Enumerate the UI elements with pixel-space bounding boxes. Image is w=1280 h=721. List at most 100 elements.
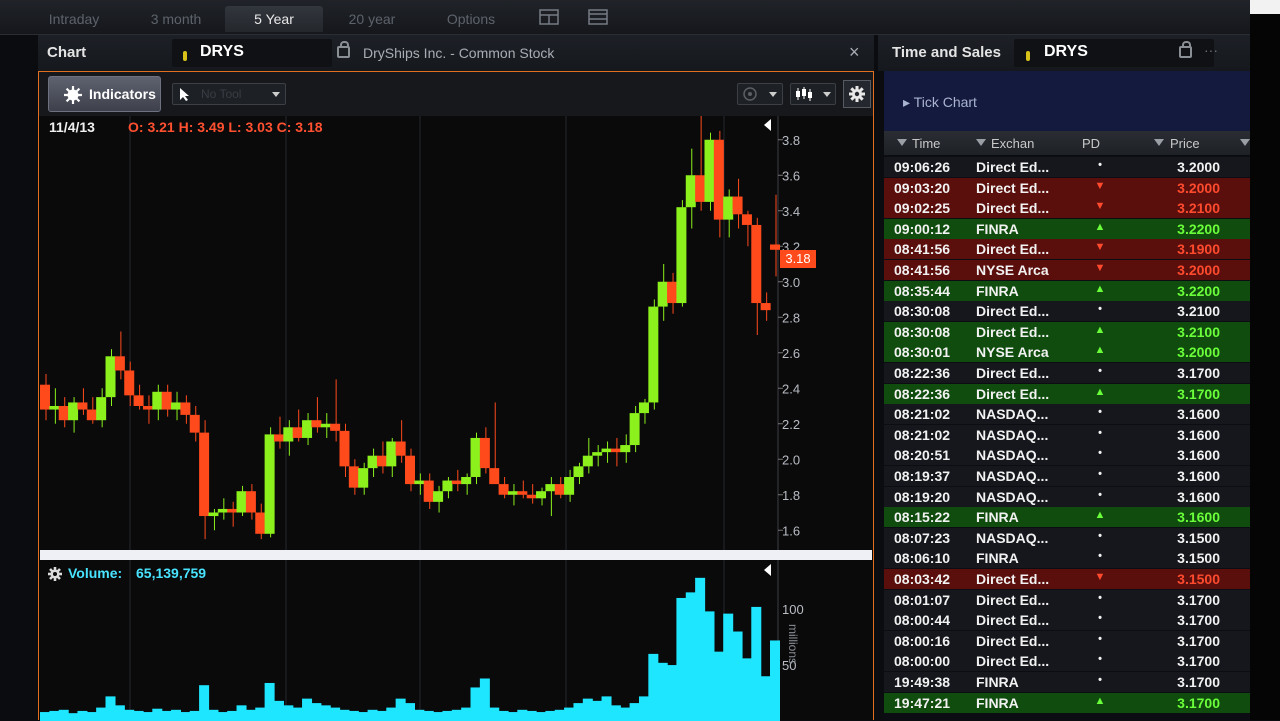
trade-row[interactable]: 08:21:02 NASDAQ... • 3.1600 (884, 424, 1250, 445)
trade-row[interactable]: 08:19:37 NASDAQ... • 3.1600 (884, 466, 1250, 486)
candle-body (685, 175, 696, 208)
volume-tick-label: 100 (782, 602, 804, 617)
volume-chart-canvas[interactable]: 50100 (40, 560, 872, 721)
trade-row[interactable]: 08:41:56 Direct Ed... ▼ 3.1900 (884, 239, 1250, 260)
chart-symbol-box[interactable]: DRYS (172, 39, 332, 67)
trade-exchange: Direct Ed... (976, 179, 1050, 196)
ohlc-values: O: 3.21 H: 3.49 L: 3.03 C: 3.18 (128, 119, 323, 135)
trade-row[interactable]: 08:07:23 NASDAQ... • 3.1500 (884, 527, 1250, 548)
trade-direction-icon: • (1098, 159, 1102, 171)
trade-row[interactable]: 19:49:38 FINRA • 3.1700 (884, 672, 1250, 692)
col-price[interactable]: Price (1170, 136, 1200, 151)
col-time[interactable]: Time (912, 136, 940, 151)
volume-bar (264, 682, 275, 721)
volume-bar (648, 653, 659, 721)
candle-body (245, 491, 256, 513)
candle-body (526, 494, 537, 499)
trade-exchange: Direct Ed... (976, 365, 1050, 381)
trade-time: 08:41:56 (894, 262, 951, 278)
chart-style-select[interactable] (737, 83, 783, 105)
more-icon[interactable]: ··· (1204, 42, 1218, 58)
trade-row[interactable]: 08:03:42 Direct Ed... ▼ 3.1500 (884, 569, 1250, 589)
volume-bar (573, 703, 584, 721)
volume-bar (601, 696, 612, 721)
trade-row[interactable]: 08:15:22 FINRA ▲ 3.1600 (884, 507, 1250, 528)
tab-20-year[interactable]: 20 year (333, 6, 411, 32)
tab-5-year[interactable]: 5 Year (225, 6, 323, 32)
trade-row[interactable]: 08:30:01 NYSE Arca ▲ 3.2000 (884, 342, 1250, 363)
trade-exchange: NYSE Arca (976, 262, 1049, 278)
trade-row[interactable]: 08:20:51 NASDAQ... • 3.1600 (884, 445, 1250, 466)
candle-body (77, 402, 88, 410)
trade-exchange: Direct Ed... (976, 200, 1050, 217)
trade-row[interactable]: 08:41:56 NYSE Arca ▼ 3.2000 (884, 260, 1250, 280)
col-pd[interactable]: PD (1082, 136, 1100, 151)
indicators-button[interactable]: Indicators (48, 76, 161, 112)
volume-bar (77, 710, 88, 721)
chart-settings-button[interactable] (843, 80, 871, 108)
candle-body (405, 455, 415, 485)
trade-row[interactable]: 08:01:07 Direct Ed... • 3.1700 (884, 589, 1250, 610)
trade-row[interactable]: 08:00:00 Direct Ed... • 3.1700 (884, 651, 1250, 672)
gear-icon[interactable] (47, 566, 63, 582)
filter-icon[interactable] (1154, 139, 1164, 146)
candle-body (461, 477, 472, 485)
pane-divider[interactable] (40, 550, 872, 560)
layout-grid-icon[interactable] (539, 9, 559, 25)
tick-chart-toggle[interactable]: ▸ Tick Chart (884, 71, 1250, 131)
layout-split-icon[interactable] (588, 9, 608, 25)
candle-body (171, 402, 182, 410)
trade-direction-icon: • (1098, 550, 1102, 563)
trade-row[interactable]: 08:22:36 Direct Ed... • 3.1700 (884, 363, 1250, 383)
trade-price: 3.2000 (1177, 179, 1220, 196)
trade-row[interactable]: 08:35:44 FINRA ▲ 3.2200 (884, 280, 1250, 301)
volume-pane[interactable]: 50 100 Volume: 65,139,759 millions (40, 560, 872, 721)
trade-time: 08:20:51 (894, 447, 951, 464)
volume-bar (685, 592, 696, 721)
candle-body (161, 391, 172, 410)
trades-list[interactable]: 09:06:26 Direct Ed... • 3.2000 09:03:20 Direc… (884, 157, 1250, 720)
filter-icon[interactable] (1240, 139, 1250, 146)
price-chart[interactable]: 1.6 1.8 2.0 2.2 2.4 2.6 2.8 3.0 3.2 3.4 3.6 3.8 11/… (40, 116, 872, 550)
candle-body (124, 370, 135, 396)
filter-icon[interactable] (897, 139, 907, 146)
volume-bar (741, 658, 752, 721)
tab-intraday[interactable]: Intraday (38, 6, 110, 32)
trade-row[interactable]: 08:06:10 FINRA • 3.1500 (884, 548, 1250, 569)
tab-3-month[interactable]: 3 month (135, 6, 217, 32)
candle-body (676, 207, 687, 304)
volume-bar (227, 710, 238, 721)
trade-row[interactable]: 09:03:20 Direct Ed... ▼ 3.2000 (884, 177, 1250, 198)
trade-row[interactable]: 08:19:20 NASDAQ... • 3.1600 (884, 486, 1250, 507)
lock-icon[interactable] (1179, 41, 1192, 58)
trade-row[interactable]: 09:00:12 FINRA ▲ 3.2200 (884, 218, 1250, 239)
trade-row[interactable]: 08:30:08 Direct Ed... ▲ 3.2100 (884, 321, 1250, 342)
chart-type-select[interactable] (790, 83, 836, 105)
trade-row[interactable]: 08:21:02 NASDAQ... • 3.1600 (884, 404, 1250, 425)
col-exchange[interactable]: Exchan (991, 136, 1034, 151)
filter-icon[interactable] (976, 139, 986, 146)
drawing-tool-select[interactable]: No Tool (172, 83, 286, 105)
lock-icon[interactable] (337, 41, 350, 58)
trade-row[interactable]: 08:30:08 Direct Ed... • 3.2100 (884, 301, 1250, 322)
candle-body (208, 512, 219, 517)
candle-body (273, 434, 284, 442)
trade-row[interactable]: 08:00:16 Direct Ed... • 3.1700 (884, 630, 1250, 651)
trade-row[interactable]: 09:06:26 Direct Ed... • 3.2000 (884, 157, 1250, 177)
candle-body (96, 397, 107, 421)
candle-body (86, 409, 97, 421)
collapse-arrow-icon[interactable] (764, 119, 771, 131)
candle-body (376, 455, 387, 467)
trade-row[interactable]: 08:00:44 Direct Ed... • 3.1700 (884, 610, 1250, 631)
collapse-arrow-icon[interactable] (764, 564, 771, 576)
candle-body (358, 468, 369, 488)
candle-body (311, 420, 322, 428)
trade-row[interactable]: 19:47:21 FINRA ▲ 3.1700 (884, 692, 1250, 713)
price-chart-canvas[interactable]: 1.61.82.02.22.42.62.83.03.23.43.63.8 (40, 116, 872, 550)
trade-row[interactable]: 08:22:36 Direct Ed... ▲ 3.1700 (884, 383, 1250, 404)
trade-row[interactable]: 09:02:25 Direct Ed... ▼ 3.2100 (884, 198, 1250, 219)
volume-bar (133, 710, 144, 721)
tab-options[interactable]: Options (432, 6, 510, 32)
close-icon[interactable]: × (849, 42, 860, 63)
chart-title: Chart (47, 44, 87, 61)
